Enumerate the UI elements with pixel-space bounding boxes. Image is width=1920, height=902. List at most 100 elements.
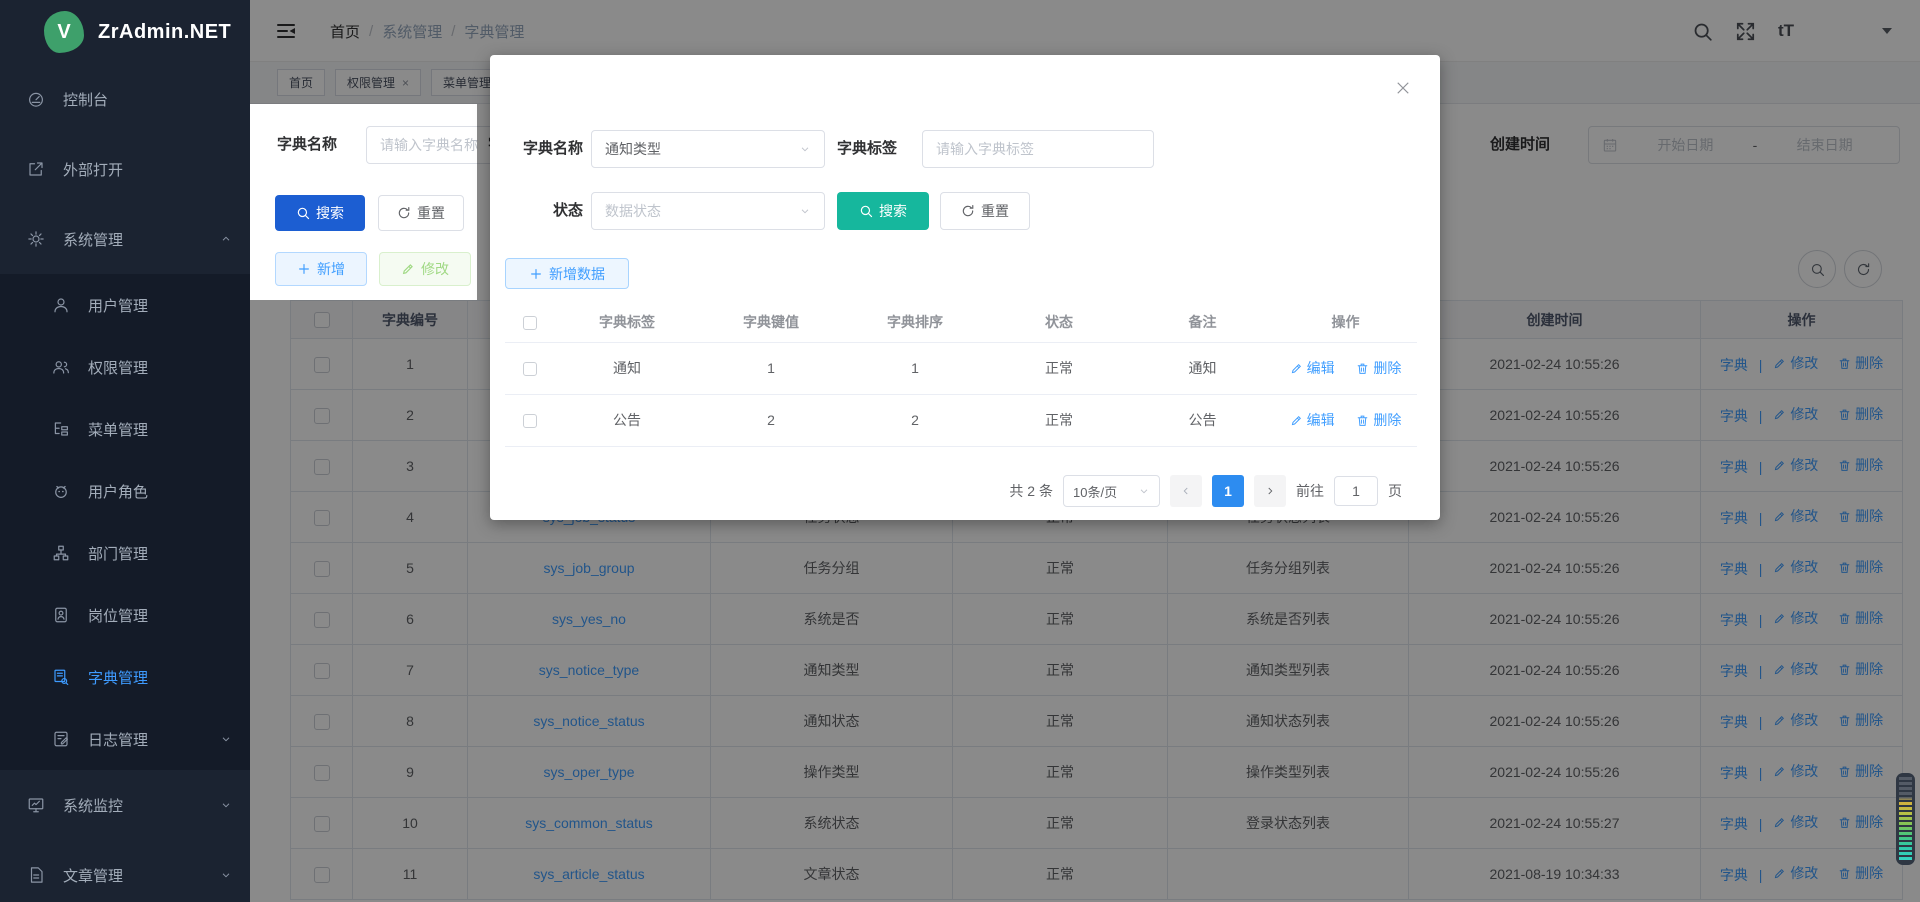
logo-letter: V <box>57 21 70 44</box>
sidebar-item-label: 用户管理 <box>88 295 148 316</box>
op-delete-link[interactable]: 删除 <box>1356 410 1401 430</box>
modal-overlay[interactable] <box>250 0 477 104</box>
plus-icon <box>297 262 311 276</box>
col-status: 状态 <box>987 302 1131 342</box>
sidebar-item-permissions[interactable]: 权限管理 <box>0 336 250 398</box>
op-delete-link[interactable]: 删除 <box>1356 358 1401 378</box>
row-checkbox[interactable] <box>523 414 537 428</box>
chevron-up-icon <box>220 233 232 245</box>
row-checkbox[interactable] <box>523 362 537 376</box>
sidebar-item-user-roles[interactable]: 用户角色 <box>0 460 250 522</box>
cell-operations: 编辑 删除 <box>1274 394 1417 446</box>
col-dict-label: 字典标签 <box>555 302 699 342</box>
modal-reset-label: 重置 <box>981 201 1009 221</box>
cell-checkbox <box>505 394 555 446</box>
gear-icon <box>27 230 45 248</box>
page-size-value: 10条/页 <box>1073 482 1117 501</box>
op-delete-label: 删除 <box>1373 358 1401 378</box>
modal-dict-name-label: 字典名称 <box>505 130 583 168</box>
dict-data-dialog: 字典名称 通知类型 字典标签 状态 数据状态 搜索 重置 新增数据 <box>490 55 1440 520</box>
article-icon <box>27 866 45 884</box>
pencil-icon <box>1290 362 1303 375</box>
cell-remark: 公告 <box>1131 394 1274 446</box>
cell-dict-value: 2 <box>699 394 843 446</box>
modal-status-select[interactable]: 数据状态 <box>591 192 825 230</box>
trash-icon <box>1356 362 1369 375</box>
id-badge-icon <box>52 606 70 624</box>
modal-add-data-label: 新增数据 <box>549 264 605 284</box>
cell-remark: 通知 <box>1131 342 1274 394</box>
op-edit-label: 编辑 <box>1307 358 1335 378</box>
modal-table-row: 公告 2 2 正常 公告 编辑 <box>505 394 1417 446</box>
modal-add-data-button[interactable]: 新增数据 <box>505 258 629 289</box>
modal-select-all-checkbox[interactable] <box>523 316 537 330</box>
sidebar-item-console[interactable]: 控制台 <box>0 64 250 134</box>
pagination: 共 2 条 10条/页 1 前往 页 <box>490 475 1402 507</box>
sidebar-item-users[interactable]: 用户管理 <box>0 274 250 336</box>
col-dict-value: 字典键值 <box>699 302 843 342</box>
org-chart-icon <box>52 544 70 562</box>
prev-page-button[interactable] <box>1170 475 1202 507</box>
sidebar-item-external[interactable]: 外部打开 <box>0 134 250 204</box>
screen: V ZrAdmin.NET 控制台 外部打开 系统管理 用户管理 <box>0 0 1920 902</box>
sidebar-item-system[interactable]: 系统管理 <box>0 204 250 274</box>
modal-overlay[interactable] <box>250 300 477 902</box>
modal-search-button[interactable]: 搜索 <box>837 192 929 230</box>
modal-reset-button[interactable]: 重置 <box>940 192 1030 230</box>
goto-page-input[interactable] <box>1334 476 1378 506</box>
op-delete-label: 删除 <box>1373 410 1401 430</box>
reset-button-label: 重置 <box>417 203 445 223</box>
current-page-button[interactable]: 1 <box>1212 475 1244 507</box>
add-button[interactable]: 新增 <box>275 252 367 286</box>
dictionary-book-icon <box>52 668 70 686</box>
scrollbar-indicator[interactable] <box>1896 773 1915 865</box>
modal-search-label: 搜索 <box>879 201 907 221</box>
close-icon[interactable] <box>1394 79 1412 97</box>
modal-table-row: 通知 1 1 正常 通知 编辑 <box>505 342 1417 394</box>
search-button-label: 搜索 <box>316 203 344 223</box>
cell-checkbox <box>505 342 555 394</box>
pagination-total: 共 2 条 <box>1009 481 1053 501</box>
add-button-label: 新增 <box>317 259 345 279</box>
sidebar-item-label: 权限管理 <box>88 357 148 378</box>
search-button[interactable]: 搜索 <box>275 195 365 231</box>
next-page-button[interactable] <box>1254 475 1286 507</box>
cell-dict-sort: 2 <box>843 394 987 446</box>
reset-button[interactable]: 重置 <box>378 195 464 231</box>
pencil-icon <box>1290 414 1303 427</box>
monitor-icon <box>27 796 45 814</box>
sidebar-item-posts[interactable]: 岗位管理 <box>0 584 250 646</box>
modal-dict-label-input[interactable] <box>922 130 1154 168</box>
select-placeholder: 数据状态 <box>605 201 661 221</box>
modal-dict-name-select[interactable]: 通知类型 <box>591 130 825 168</box>
app-title: ZrAdmin.NET <box>98 21 231 44</box>
select-value: 通知类型 <box>605 139 661 159</box>
pencil-icon <box>401 262 415 276</box>
page-size-select[interactable]: 10条/页 <box>1063 475 1160 507</box>
menu-tree-icon <box>52 420 70 438</box>
sidebar-item-monitor[interactable]: 系统监控 <box>0 770 250 840</box>
sidebar-item-dictionary[interactable]: 字典管理 <box>0 646 250 708</box>
search-icon <box>859 204 873 218</box>
edit-button[interactable]: 修改 <box>379 252 471 286</box>
cell-operations: 编辑 删除 <box>1274 342 1417 394</box>
op-edit-link[interactable]: 编辑 <box>1290 410 1335 430</box>
modal-status-label: 状态 <box>505 192 583 230</box>
col-dict-sort: 字典排序 <box>843 302 987 342</box>
sidebar-item-logs[interactable]: 日志管理 <box>0 708 250 770</box>
dict-data-table: 字典标签 字典键值 字典排序 状态 备注 操作 通知 1 1 正常 <box>505 302 1417 447</box>
cell-dict-sort: 1 <box>843 342 987 394</box>
sidebar-item-menus[interactable]: 菜单管理 <box>0 398 250 460</box>
sidebar-item-departments[interactable]: 部门管理 <box>0 522 250 584</box>
refresh-icon <box>397 206 411 220</box>
sidebar-item-label: 系统监控 <box>63 795 123 816</box>
chevron-left-icon <box>1180 485 1192 497</box>
modal-select-all-header <box>505 302 555 342</box>
users-icon <box>52 358 70 376</box>
op-edit-link[interactable]: 编辑 <box>1290 358 1335 378</box>
sidebar-item-label: 日志管理 <box>88 729 148 750</box>
logo-icon: V <box>44 11 84 53</box>
col-ops: 操作 <box>1274 302 1417 342</box>
sidebar-item-articles[interactable]: 文章管理 <box>0 840 250 902</box>
chevron-down-icon <box>1138 485 1150 497</box>
